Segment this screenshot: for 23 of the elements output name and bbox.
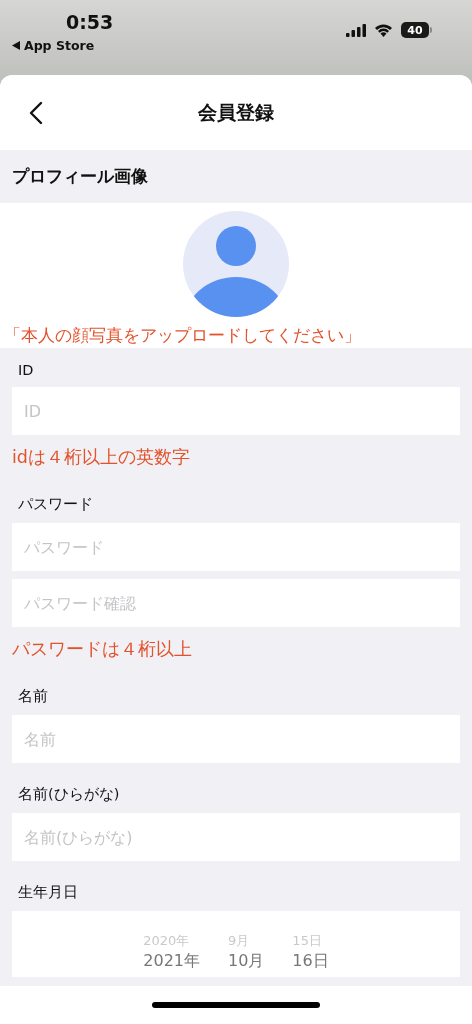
upload-instruction: 「本人の顔写真をアップロードしてください」 xyxy=(3,325,361,347)
picker-option[interactable]: 16日 xyxy=(292,951,329,971)
picker-option[interactable]: 10月 xyxy=(228,951,265,971)
validation-hint: idは４桁以上の英数字 xyxy=(12,446,191,469)
screen-title: 会員登録 xyxy=(198,99,274,125)
back-triangle-icon xyxy=(12,41,20,50)
battery-icon: 40 xyxy=(401,22,432,38)
input-field[interactable]: 名前 xyxy=(12,715,460,763)
status-time: 0:53 xyxy=(66,11,114,33)
wifi-icon xyxy=(374,23,393,37)
section-header: プロフィール画像 xyxy=(12,165,148,188)
picker-option[interactable]: 2021年 xyxy=(143,951,200,971)
validation-hint: パスワードは４桁以上 xyxy=(12,638,193,661)
field-label: パスワード xyxy=(18,495,94,514)
back-to-app-link[interactable]: App Store xyxy=(12,38,95,53)
signal-icon xyxy=(346,23,366,37)
field-label: 名前 xyxy=(18,687,49,706)
field-label: 名前(ひらがな) xyxy=(18,785,121,804)
field-label: ID xyxy=(18,362,35,378)
input-field[interactable]: 名前(ひらがな) xyxy=(12,813,460,861)
input-field[interactable]: ID xyxy=(12,387,460,435)
avatar-placeholder-icon[interactable] xyxy=(183,211,289,317)
field-label: 生年月日 xyxy=(18,883,79,902)
